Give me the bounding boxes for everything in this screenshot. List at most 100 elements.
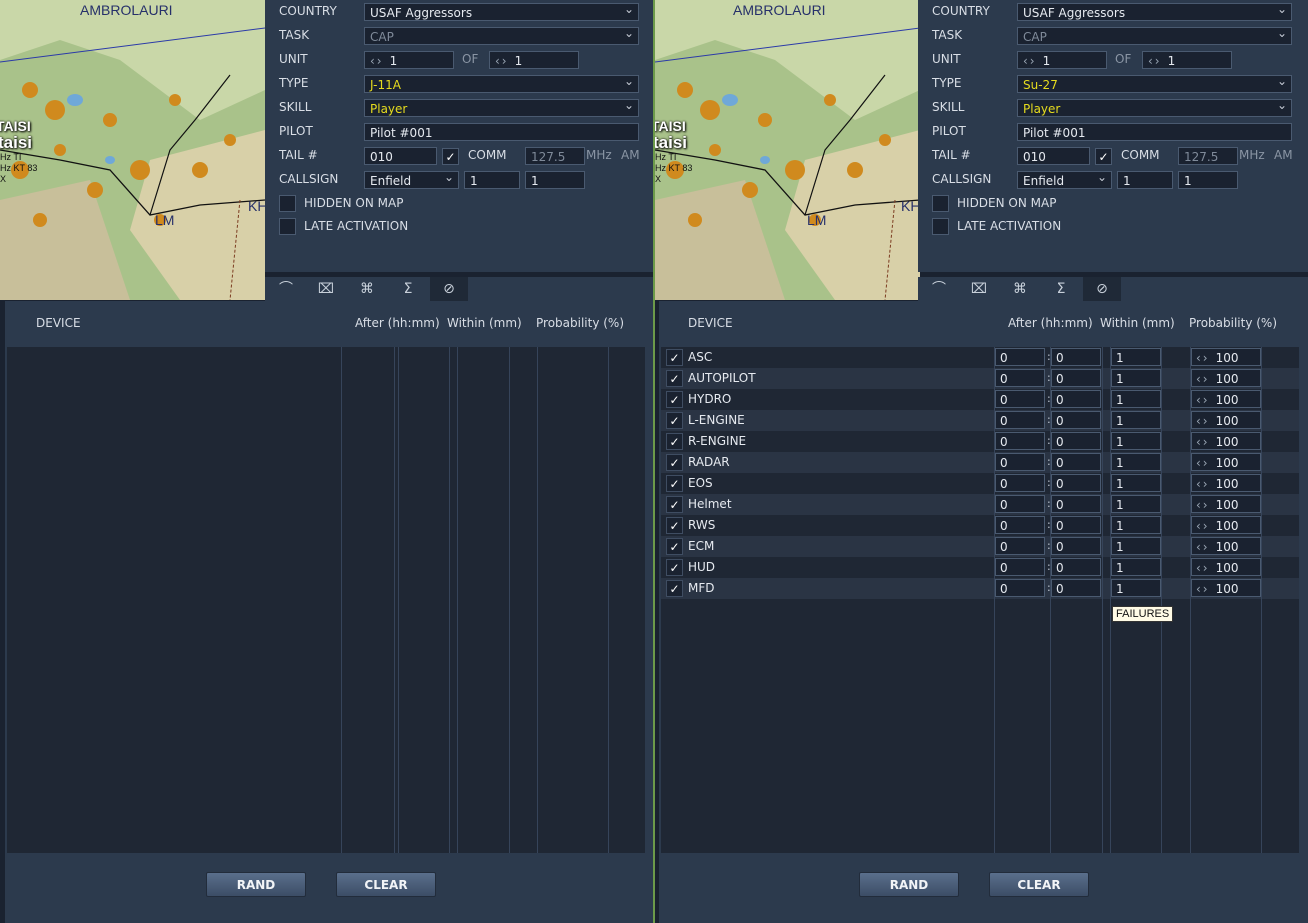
rand-button[interactable]: RAND xyxy=(206,872,306,897)
probability-spinner[interactable]: ‹› 100 xyxy=(1191,558,1261,576)
within-input[interactable]: 1 xyxy=(1111,453,1161,471)
hidden-on-map-checkbox[interactable] xyxy=(932,195,949,212)
probability-spinner[interactable]: ‹› 100 xyxy=(1191,474,1261,492)
tab-route[interactable]: ⌒ xyxy=(267,277,305,301)
failures-table-body[interactable] xyxy=(7,347,645,853)
after-hours-input[interactable]: 0 xyxy=(995,411,1045,429)
after-minutes-input[interactable]: 0 xyxy=(1051,495,1101,513)
failure-row[interactable]: ✓ ECM 0:0 1 ‹› 100 xyxy=(661,536,1299,557)
failure-enabled-checkbox[interactable]: ✓ xyxy=(666,580,683,597)
failure-enabled-checkbox[interactable]: ✓ xyxy=(666,412,683,429)
probability-spinner[interactable]: ‹› 100 xyxy=(1191,453,1261,471)
failure-row[interactable]: ✓ R-ENGINE 0:0 1 ‹› 100 xyxy=(661,431,1299,452)
skill-select[interactable]: Player xyxy=(364,99,639,117)
probability-spinner[interactable]: ‹› 100 xyxy=(1191,390,1261,408)
after-hours-input[interactable]: 0 xyxy=(995,516,1045,534)
late-activation-checkbox[interactable] xyxy=(932,218,949,235)
failure-row[interactable]: ✓ AUTOPILOT 0:0 1 ‹› 100 xyxy=(661,368,1299,389)
tab-aircraft[interactable]: ⌘ xyxy=(1001,277,1039,301)
failure-enabled-checkbox[interactable]: ✓ xyxy=(666,475,683,492)
failure-enabled-checkbox[interactable]: ✓ xyxy=(666,349,683,366)
failures-table-body[interactable]: ✓ ASC 0:0 1 ‹› 100 ✓ AUTOPILOT 0:0 1 ‹› 100 ✓ HYDRO 0:… xyxy=(661,347,1299,853)
skill-select[interactable]: Player xyxy=(1017,99,1292,117)
rand-button[interactable]: RAND xyxy=(859,872,959,897)
task-select[interactable]: CAP xyxy=(364,27,639,45)
callsign-number-1[interactable]: 1 xyxy=(1117,171,1173,189)
pilot-input[interactable]: Pilot #001 xyxy=(364,123,639,141)
callsign-number-2[interactable]: 1 xyxy=(1178,171,1238,189)
failure-row[interactable]: ✓ ASC 0:0 1 ‹› 100 xyxy=(661,347,1299,368)
tab-failures[interactable]: ⊘ xyxy=(430,277,468,301)
after-minutes-input[interactable]: 0 xyxy=(1051,474,1101,492)
hidden-on-map-checkbox[interactable] xyxy=(279,195,296,212)
tail-input[interactable]: 010 xyxy=(1017,147,1090,165)
clear-button[interactable]: CLEAR xyxy=(336,872,436,897)
within-input[interactable]: 1 xyxy=(1111,537,1161,555)
callsign-number-2[interactable]: 1 xyxy=(525,171,585,189)
unit-spinner[interactable]: ‹› 1 xyxy=(1017,51,1107,69)
callsign-select[interactable]: Enfield xyxy=(1017,171,1112,189)
probability-spinner[interactable]: ‹› 100 xyxy=(1191,495,1261,513)
probability-spinner[interactable]: ‹› 100 xyxy=(1191,348,1261,366)
tab-summary[interactable]: Σ xyxy=(1042,277,1080,301)
mission-map[interactable]: AMBROLAURI TAISI taisi Hz TI Hz KT 83 X … xyxy=(655,0,920,300)
pilot-input[interactable]: Pilot #001 xyxy=(1017,123,1292,141)
mission-map[interactable]: AMBROLAURI TAISI taisi Hz TI Hz KT 83 X … xyxy=(0,0,265,300)
type-select[interactable]: J-11A xyxy=(364,75,639,93)
comm-frequency-input[interactable]: 127.5 xyxy=(1178,147,1238,165)
failure-row[interactable]: ✓ HUD 0:0 1 ‹› 100 xyxy=(661,557,1299,578)
after-minutes-input[interactable]: 0 xyxy=(1051,348,1101,366)
after-minutes-input[interactable]: 0 xyxy=(1051,579,1101,597)
after-minutes-input[interactable]: 0 xyxy=(1051,558,1101,576)
of-spinner[interactable]: ‹› 1 xyxy=(489,51,579,69)
after-minutes-input[interactable]: 0 xyxy=(1051,537,1101,555)
tab-payload[interactable]: ⌧ xyxy=(307,277,345,301)
after-minutes-input[interactable]: 0 xyxy=(1051,411,1101,429)
within-input[interactable]: 1 xyxy=(1111,432,1161,450)
of-spinner[interactable]: ‹› 1 xyxy=(1142,51,1232,69)
within-input[interactable]: 1 xyxy=(1111,558,1161,576)
failure-row[interactable]: ✓ RADAR 0:0 1 ‹› 100 xyxy=(661,452,1299,473)
task-select[interactable]: CAP xyxy=(1017,27,1292,45)
country-select[interactable]: USAF Aggressors xyxy=(364,3,639,21)
failure-row[interactable]: ✓ Helmet 0:0 1 ‹› 100 xyxy=(661,494,1299,515)
after-minutes-input[interactable]: 0 xyxy=(1051,516,1101,534)
comm-checkbox[interactable]: ✓ xyxy=(1095,148,1112,165)
failure-row[interactable]: ✓ MFD 0:0 1 ‹› 100 xyxy=(661,578,1299,599)
probability-spinner[interactable]: ‹› 100 xyxy=(1191,537,1261,555)
probability-spinner[interactable]: ‹› 100 xyxy=(1191,369,1261,387)
clear-button[interactable]: CLEAR xyxy=(989,872,1089,897)
failure-row[interactable]: ✓ L-ENGINE 0:0 1 ‹› 100 xyxy=(661,410,1299,431)
failure-enabled-checkbox[interactable]: ✓ xyxy=(666,454,683,471)
within-input[interactable]: 1 xyxy=(1111,579,1161,597)
after-hours-input[interactable]: 0 xyxy=(995,453,1045,471)
within-input[interactable]: 1 xyxy=(1111,516,1161,534)
tail-input[interactable]: 010 xyxy=(364,147,437,165)
tab-failures[interactable]: ⊘ xyxy=(1083,277,1121,301)
after-hours-input[interactable]: 0 xyxy=(995,558,1045,576)
after-minutes-input[interactable]: 0 xyxy=(1051,390,1101,408)
country-select[interactable]: USAF Aggressors xyxy=(1017,3,1292,21)
after-hours-input[interactable]: 0 xyxy=(995,348,1045,366)
failure-row[interactable]: ✓ EOS 0:0 1 ‹› 100 xyxy=(661,473,1299,494)
probability-spinner[interactable]: ‹› 100 xyxy=(1191,432,1261,450)
after-hours-input[interactable]: 0 xyxy=(995,390,1045,408)
tab-route[interactable]: ⌒ xyxy=(920,277,958,301)
tab-payload[interactable]: ⌧ xyxy=(960,277,998,301)
within-input[interactable]: 1 xyxy=(1111,390,1161,408)
failure-enabled-checkbox[interactable]: ✓ xyxy=(666,391,683,408)
within-input[interactable]: 1 xyxy=(1111,369,1161,387)
comm-checkbox[interactable]: ✓ xyxy=(442,148,459,165)
probability-spinner[interactable]: ‹› 100 xyxy=(1191,411,1261,429)
comm-frequency-input[interactable]: 127.5 xyxy=(525,147,585,165)
after-minutes-input[interactable]: 0 xyxy=(1051,369,1101,387)
type-select[interactable]: Su-27 xyxy=(1017,75,1292,93)
after-minutes-input[interactable]: 0 xyxy=(1051,432,1101,450)
after-hours-input[interactable]: 0 xyxy=(995,474,1045,492)
failure-enabled-checkbox[interactable]: ✓ xyxy=(666,370,683,387)
after-hours-input[interactable]: 0 xyxy=(995,369,1045,387)
after-hours-input[interactable]: 0 xyxy=(995,579,1045,597)
failure-enabled-checkbox[interactable]: ✓ xyxy=(666,496,683,513)
unit-spinner[interactable]: ‹› 1 xyxy=(364,51,454,69)
failure-enabled-checkbox[interactable]: ✓ xyxy=(666,538,683,555)
